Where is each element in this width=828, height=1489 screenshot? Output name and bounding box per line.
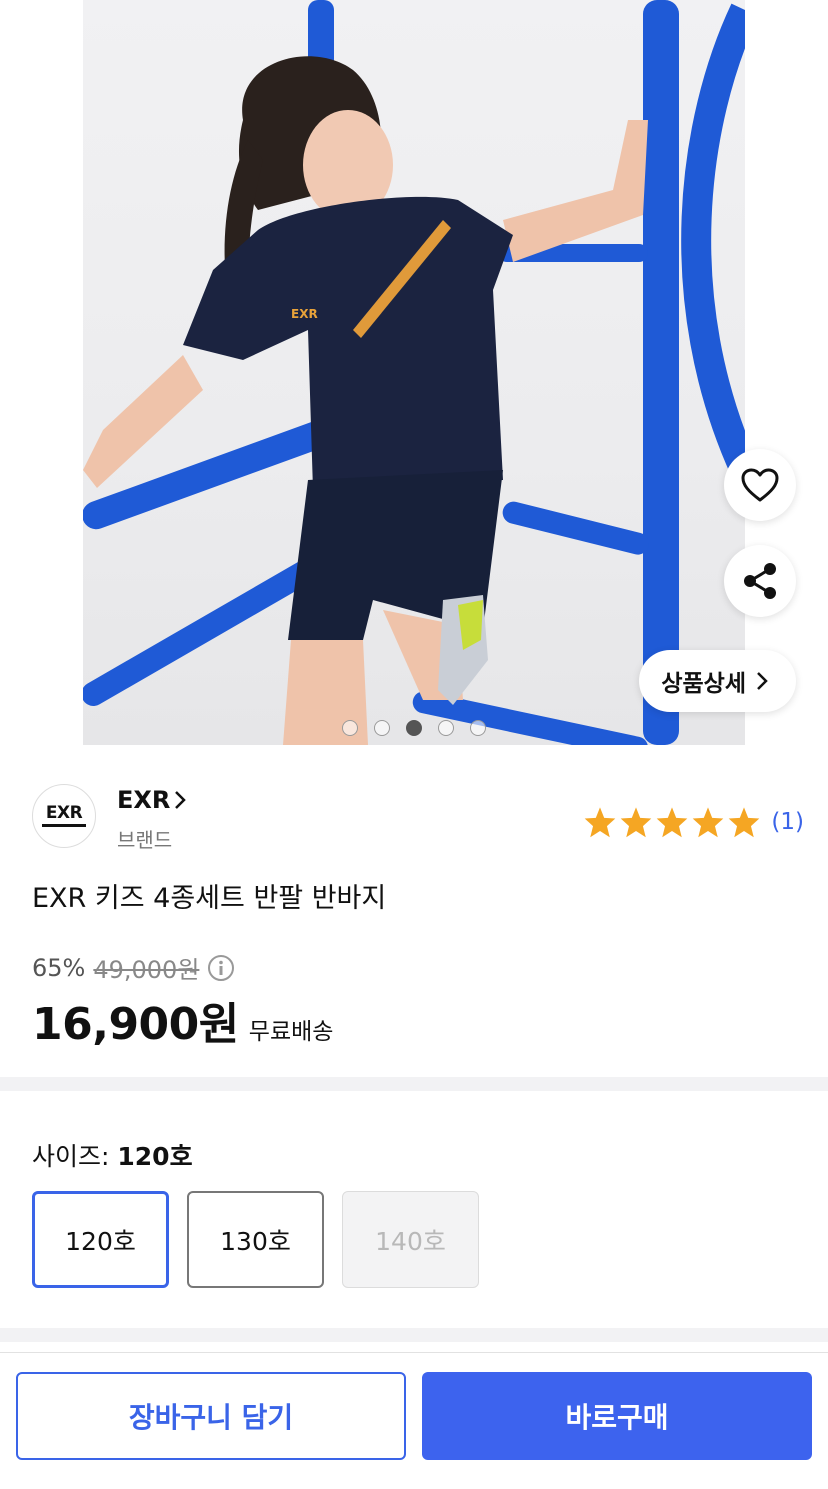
discount-percent: 65% [32, 953, 86, 982]
size-option-120[interactable]: 120호 [32, 1191, 169, 1288]
info-icon[interactable] [207, 954, 235, 982]
carousel-dot[interactable] [438, 720, 454, 736]
carousel-indicator [0, 720, 828, 736]
size-label: 사이즈: 120호 [32, 1137, 193, 1173]
rating-summary[interactable]: (1) [583, 806, 804, 838]
discount-row: 65% 49,000원 [32, 950, 235, 985]
purchase-bar: 장바구니 담기 바로구매 [0, 1352, 828, 1489]
section-divider [0, 1328, 828, 1342]
chevron-right-icon [757, 672, 768, 690]
product-photo: EXR [83, 0, 745, 745]
star-icon [693, 807, 724, 838]
price-row: 16,900원 무료배송 [32, 988, 333, 1052]
wishlist-button[interactable] [724, 449, 796, 521]
sale-price: 16,900원 [32, 999, 239, 1050]
brand-section: EXR EXR 브랜드 (1) [32, 784, 804, 854]
svg-text:EXR: EXR [291, 307, 318, 321]
section-divider [0, 1077, 828, 1091]
brand-link[interactable]: EXR [117, 786, 187, 814]
review-count: (1) [771, 809, 804, 835]
brand-name: EXR [117, 786, 171, 814]
brand-logo-underline [42, 824, 86, 827]
shipping-info: 무료배송 [248, 1019, 334, 1045]
chevron-right-icon [175, 791, 187, 809]
brand-logo-text: EXR [45, 803, 83, 823]
carousel-dot[interactable] [374, 720, 390, 736]
product-detail-label: 상품상세 [661, 671, 746, 697]
star-icon [585, 807, 616, 838]
star-icon [621, 807, 652, 838]
buy-now-button[interactable]: 바로구매 [422, 1372, 812, 1460]
product-detail-button[interactable]: 상품상세 [639, 650, 796, 712]
size-selected-value: 120호 [117, 1142, 193, 1171]
size-option-140: 140호 [342, 1191, 479, 1288]
original-price: 49,000원 [93, 956, 200, 984]
size-label-text: 사이즈: [32, 1142, 110, 1171]
product-title: EXR 키즈 4종세트 반팔 반바지 [32, 883, 387, 914]
heart-icon [741, 468, 779, 502]
size-options: 120호 130호 140호 [32, 1191, 479, 1288]
brand-subtitle: 브랜드 [117, 828, 173, 852]
star-icon [729, 807, 760, 838]
brand-logo[interactable]: EXR [32, 784, 96, 848]
add-to-cart-button[interactable]: 장바구니 담기 [16, 1372, 406, 1460]
size-option-130[interactable]: 130호 [187, 1191, 324, 1288]
star-icon [657, 807, 688, 838]
product-image-carousel[interactable]: EXR 상품상세 [0, 0, 828, 745]
carousel-dot[interactable] [342, 720, 358, 736]
carousel-dot-active[interactable] [406, 720, 422, 736]
share-button[interactable] [724, 545, 796, 617]
carousel-dot[interactable] [470, 720, 486, 736]
share-icon [744, 563, 776, 599]
